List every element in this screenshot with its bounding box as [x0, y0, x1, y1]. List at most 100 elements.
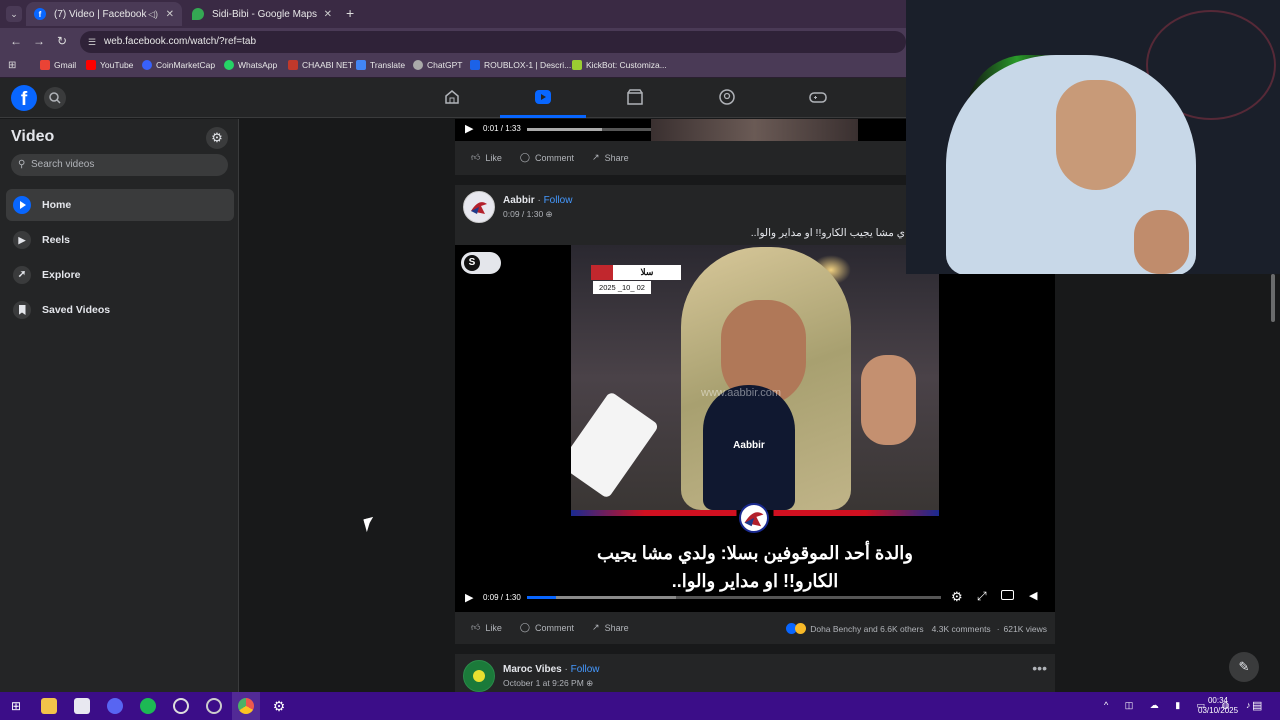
facebook-logo-icon[interactable]: f [11, 85, 37, 111]
play-icon[interactable]: ▶ [465, 122, 473, 135]
roublox-icon [470, 60, 480, 70]
post-timestamp[interactable]: 0:09 / 1:30 [503, 209, 543, 219]
video-progress-track[interactable] [527, 596, 941, 599]
tab-facebook-video[interactable]: f (7) Video | Facebook ◁) ✕ [26, 2, 182, 26]
clock[interactable]: 00:34 03/10/2025 [1198, 696, 1238, 716]
like-button[interactable]: 👍︎ Like [471, 152, 502, 163]
follow-link[interactable]: Follow [571, 664, 600, 675]
author-name[interactable]: Aabbir [503, 195, 535, 206]
sidebar-item-reels[interactable]: ▶ Reels [6, 224, 234, 256]
sidebar-item-explore[interactable]: ➚ Explore [6, 259, 234, 291]
clock-date: 03/10/2025 [1198, 706, 1239, 715]
volume-icon[interactable]: ◀ [1029, 589, 1037, 602]
chrome-active-indicator [232, 692, 260, 720]
kickbot-icon [572, 60, 582, 70]
forward-arrow-icon[interactable]: → [33, 34, 45, 48]
audio-icon: ◁) [148, 8, 158, 19]
apps-grid-icon[interactable]: ⊞ [8, 60, 16, 71]
tab-google-maps[interactable]: Sidi-Bibi - Google Maps ✕ [184, 2, 340, 26]
author-name[interactable]: Maroc Vibes [503, 664, 562, 675]
bookmark-translate[interactable]: Translate [356, 60, 405, 70]
url-field[interactable]: ☰ web.facebook.com/watch/?ref=tab [80, 31, 906, 53]
bookmark-gmail[interactable]: Gmail [40, 60, 76, 70]
start-windows-icon[interactable]: ⊞ [8, 698, 24, 714]
video-player[interactable]: S Aabbir www.aabbir.com سلا 2025 _10_ 02 [455, 245, 1055, 612]
bookmark-roublox[interactable]: ROUBLOX-1 | Descri... [470, 60, 571, 70]
tab-title: (7) Video | Facebook [54, 8, 147, 20]
settings-gear-icon[interactable]: ⚙ [206, 127, 228, 149]
author-avatar[interactable] [463, 191, 495, 223]
new-message-button[interactable]: ✎ [1229, 652, 1259, 682]
post-timestamp[interactable]: October 1 at 9:26 PM [503, 678, 584, 688]
subtitle-line-1: والدة أحد الموقوفين بسلا: ولدي مشا يجيب [597, 543, 913, 563]
close-tab-icon[interactable]: ✕ [166, 9, 174, 20]
sidebar-item-home[interactable]: Home [6, 189, 234, 221]
windows-taskbar: ⊞ ⚙ ^ ◫ ☁ ▮ ▭ ◍ ♪ 00:34 03/10/2025 ▤ [0, 692, 1280, 720]
steam-icon[interactable] [206, 698, 222, 714]
post-actions: 👍︎ Like ◯ Comment ↗ Share [471, 622, 647, 633]
search-videos-input[interactable]: ⚲ Search videos [11, 154, 228, 176]
bookmark-youtube[interactable]: YouTube [86, 60, 133, 70]
bookmark-chaabi-net[interactable]: CHAABI NET [288, 60, 353, 70]
sidebar-item-saved-videos[interactable]: Saved Videos [6, 294, 234, 326]
spotify-icon[interactable] [140, 698, 156, 714]
subtitle-line-2: الكارو!! او مداير والوا.. [671, 571, 839, 591]
comment-button[interactable]: ◯ Comment [520, 622, 574, 633]
sidebar-title: Video [11, 128, 55, 145]
gaming-nav-icon[interactable] [809, 88, 827, 106]
video-time: 0:09 / 1:30 [483, 593, 521, 602]
reactions-count[interactable]: Doha Benchy and 6.6K others [810, 624, 923, 634]
comment-icon: ◯ [519, 152, 530, 162]
marketplace-nav-icon[interactable] [626, 88, 644, 106]
page-scrollbar[interactable] [1270, 274, 1276, 692]
search-placeholder: Search videos [31, 159, 95, 170]
site-info-icon[interactable]: ☰ [88, 31, 96, 53]
mic-brand-text: Aabbir [733, 440, 765, 451]
comments-count[interactable]: 4.3K comments [932, 624, 991, 634]
haha-reaction-icon [795, 623, 807, 634]
video-control-bar: ▶ 0:01 / 1:33 [455, 119, 906, 141]
bookmark-coinmarketcap[interactable]: CoinMarketCap [142, 60, 215, 70]
video-thumbnail-strip [651, 119, 858, 141]
video-progress-track[interactable] [527, 128, 651, 131]
webcam-hand [1134, 210, 1189, 274]
settings-gear-icon[interactable]: ⚙ [951, 589, 963, 605]
news-logo-icon [739, 503, 769, 533]
picture-in-picture-icon[interactable] [1001, 590, 1014, 600]
bookmark-kickbot[interactable]: KickBot: Customiza... [572, 60, 667, 70]
reload-icon[interactable]: ↻ [57, 34, 67, 48]
back-arrow-icon[interactable]: ← [10, 34, 22, 48]
share-icon: ↗ [592, 152, 600, 162]
tab-search-button[interactable]: ⌄ [6, 6, 22, 22]
url-text: web.facebook.com/watch/?ref=tab [104, 36, 257, 47]
home-nav-icon[interactable] [443, 88, 461, 106]
close-tab-icon[interactable]: ✕ [324, 9, 332, 20]
file-explorer-icon[interactable] [41, 698, 57, 714]
author-avatar[interactable] [463, 660, 495, 692]
like-button[interactable]: 👍︎ Like [471, 622, 502, 633]
webcam-face [1056, 80, 1136, 190]
follow-link[interactable]: Follow [544, 195, 573, 206]
fullscreen-icon[interactable]: ⤢ [977, 589, 987, 604]
store-icon[interactable] [74, 698, 90, 714]
video-nav-icon[interactable] [534, 88, 552, 106]
obs-icon[interactable] [173, 698, 189, 714]
notifications-icon[interactable]: ▤ [1252, 699, 1262, 712]
groups-nav-icon[interactable] [718, 88, 736, 106]
discord-icon[interactable] [107, 698, 123, 714]
more-options-icon[interactable]: ••• [1032, 660, 1047, 676]
search-icon[interactable] [44, 87, 66, 109]
views-count: 621K views [1003, 623, 1047, 634]
settings-gear-icon[interactable]: ⚙ [271, 698, 287, 714]
new-tab-button[interactable]: + [346, 5, 354, 21]
post-caption: ي مشا يجيب الكارو!! او مداير والوا.. [750, 227, 905, 239]
translate-icon [356, 60, 366, 70]
comment-button[interactable]: ◯ Comment [520, 152, 574, 163]
search-icon: ⚲ [18, 159, 26, 170]
bookmark-chatgpt[interactable]: ChatGPT [413, 60, 462, 70]
sidebar-item-label: Explore [42, 269, 81, 281]
share-button[interactable]: ↗ Share [592, 622, 629, 633]
share-button[interactable]: ↗ Share [592, 152, 629, 163]
bookmark-whatsapp[interactable]: WhatsApp [224, 60, 277, 70]
play-icon[interactable]: ▶ [465, 591, 473, 604]
